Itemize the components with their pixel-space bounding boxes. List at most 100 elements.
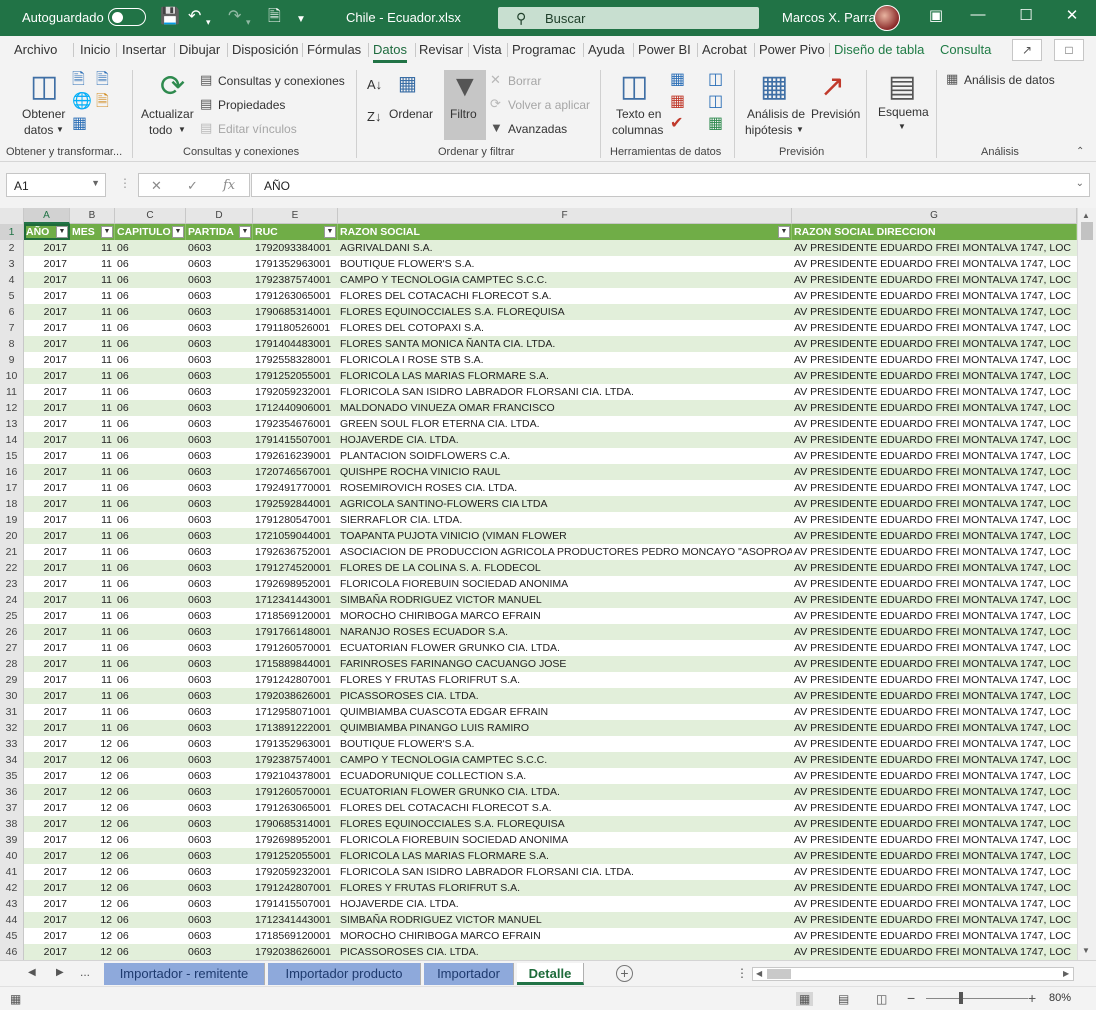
cell[interactable]: FLORES Y FRUTAS FLORIFRUT S.A.	[338, 880, 792, 896]
cell[interactable]: 0603	[186, 688, 253, 704]
row-number[interactable]: 19	[0, 512, 24, 528]
select-all-corner[interactable]	[0, 208, 24, 224]
cell[interactable]: 0603	[186, 336, 253, 352]
cell[interactable]: 11	[70, 320, 115, 336]
flash-fill-icon[interactable]: ▦	[670, 72, 685, 88]
cell[interactable]: 0603	[186, 736, 253, 752]
minimize-icon[interactable]: —	[966, 6, 990, 23]
cell[interactable]: 2017	[24, 336, 70, 352]
cell[interactable]: 2017	[24, 912, 70, 928]
ribbon-tab[interactable]: Acrobat	[702, 42, 747, 57]
cell[interactable]: 06	[115, 672, 186, 688]
cell[interactable]: 2017	[24, 768, 70, 784]
column-header[interactable]: E	[253, 208, 338, 224]
row-number[interactable]: 32	[0, 720, 24, 736]
cell[interactable]: 11	[70, 560, 115, 576]
cell[interactable]: 1791352963001	[253, 736, 338, 752]
cell[interactable]: 11	[70, 416, 115, 432]
cell[interactable]: 1791252055001	[253, 368, 338, 384]
cell[interactable]: 1791415507001	[253, 896, 338, 912]
cell[interactable]: 12	[70, 768, 115, 784]
row-number[interactable]: 1	[0, 224, 24, 240]
more-sheets-button[interactable]: ...	[80, 965, 90, 979]
filter-dropdown-icon[interactable]: ▼	[101, 226, 113, 238]
row-number[interactable]: 36	[0, 784, 24, 800]
cell[interactable]: 2017	[24, 624, 70, 640]
cell[interactable]: 1792698952001	[253, 832, 338, 848]
cell[interactable]: 2017	[24, 864, 70, 880]
cell[interactable]: 0603	[186, 656, 253, 672]
cell[interactable]: 06	[115, 448, 186, 464]
cell[interactable]: 1791180526001	[253, 320, 338, 336]
cell[interactable]: FARINROSES FARINANGO CACUANGO JOSE	[338, 656, 792, 672]
chevron-down-icon[interactable]: ▼	[56, 125, 64, 134]
cell[interactable]: 11	[70, 720, 115, 736]
cell[interactable]: 2017	[24, 400, 70, 416]
cell[interactable]: ASOCIACION DE PRODUCCION AGRICOLA PRODUC…	[338, 544, 792, 560]
filter-dropdown-icon[interactable]: ▼	[324, 226, 336, 238]
cell[interactable]: AV PRESIDENTE EDUARDO FREI MONTALVA 1747…	[792, 336, 1077, 352]
cell[interactable]: AV PRESIDENTE EDUARDO FREI MONTALVA 1747…	[792, 816, 1077, 832]
cell[interactable]: CAMPO Y TECNOLOGIA CAMPTEC S.C.C.	[338, 752, 792, 768]
cell[interactable]: AV PRESIDENTE EDUARDO FREI MONTALVA 1747…	[792, 256, 1077, 272]
cell[interactable]: 1792698952001	[253, 576, 338, 592]
cell[interactable]: 12	[70, 832, 115, 848]
cell[interactable]: 06	[115, 736, 186, 752]
cell[interactable]: 06	[115, 768, 186, 784]
undo-icon[interactable]: ↶	[188, 8, 201, 26]
cell[interactable]: 0603	[186, 944, 253, 960]
sheet-tab[interactable]: Importador - remitente	[104, 963, 265, 985]
form-icon[interactable]: 🗎	[268, 8, 281, 26]
cell[interactable]: 1712958071001	[253, 704, 338, 720]
actualizar-label-2[interactable]: todo	[149, 123, 172, 137]
cell[interactable]: 2017	[24, 480, 70, 496]
cell[interactable]: 1792558328001	[253, 352, 338, 368]
cell[interactable]: AV PRESIDENTE EDUARDO FREI MONTALVA 1747…	[792, 240, 1077, 256]
obtener-datos-label[interactable]: Obtener	[22, 107, 65, 121]
cell[interactable]: 06	[115, 256, 186, 272]
enter-icon[interactable]: ✓	[187, 178, 198, 194]
cell[interactable]: 11	[70, 624, 115, 640]
row-number[interactable]: 2	[0, 240, 24, 256]
cell[interactable]: 11	[70, 608, 115, 624]
cell[interactable]: 0603	[186, 384, 253, 400]
cell[interactable]: 11	[70, 672, 115, 688]
cell[interactable]: 0603	[186, 320, 253, 336]
row-number[interactable]: 23	[0, 576, 24, 592]
cell[interactable]: 0603	[186, 432, 253, 448]
filter-dropdown-icon[interactable]: ▼	[778, 226, 790, 238]
cell[interactable]: 2017	[24, 560, 70, 576]
ribbon-tab[interactable]: Programac	[512, 42, 576, 57]
cell[interactable]: 1791766148001	[253, 624, 338, 640]
cell[interactable]: 11	[70, 512, 115, 528]
cell[interactable]: 0603	[186, 800, 253, 816]
cell[interactable]: BOUTIQUE FLOWER'S S.A.	[338, 736, 792, 752]
horizontal-scrollbar[interactable]: ◀ ▶	[752, 967, 1074, 981]
cell[interactable]: 12	[70, 928, 115, 944]
scroll-down-icon[interactable]: ▼	[1082, 946, 1090, 955]
close-icon[interactable]: ✕	[1060, 6, 1084, 24]
ribbon-tab[interactable]: Ayuda	[588, 42, 625, 57]
scroll-thumb[interactable]	[767, 969, 791, 979]
cell[interactable]: 06	[115, 336, 186, 352]
row-number[interactable]: 15	[0, 448, 24, 464]
ribbon-tab[interactable]: Disposición	[232, 42, 298, 57]
avatar[interactable]	[874, 5, 900, 31]
cell[interactable]: 0603	[186, 480, 253, 496]
zoom-out-icon[interactable]: −	[907, 990, 915, 1006]
propiedades-button[interactable]: Propiedades	[218, 98, 285, 112]
ribbon-tab[interactable]: Consulta	[940, 42, 991, 57]
cell[interactable]: 12	[70, 784, 115, 800]
filter-dropdown-icon[interactable]: ▼	[239, 226, 251, 238]
cell[interactable]: AV PRESIDENTE EDUARDO FREI MONTALVA 1747…	[792, 320, 1077, 336]
avanzadas-button[interactable]: Avanzadas	[508, 122, 567, 136]
worksheet-grid[interactable]: ABCDEFG 1 AÑO ▼ MES ▼ CAPITULO ▼ PARTIDA ▼ RUC ▼ RA…	[0, 208, 1077, 960]
cell[interactable]: 06	[115, 880, 186, 896]
cell[interactable]: 2017	[24, 240, 70, 256]
cell[interactable]: AV PRESIDENTE EDUARDO FREI MONTALVA 1747…	[792, 272, 1077, 288]
autosave-toggle[interactable]	[108, 8, 146, 26]
cell[interactable]: 11	[70, 352, 115, 368]
cell[interactable]: 11	[70, 592, 115, 608]
row-number[interactable]: 10	[0, 368, 24, 384]
cell[interactable]: QUIMBIAMBA PINANGO LUIS RAMIRO	[338, 720, 792, 736]
